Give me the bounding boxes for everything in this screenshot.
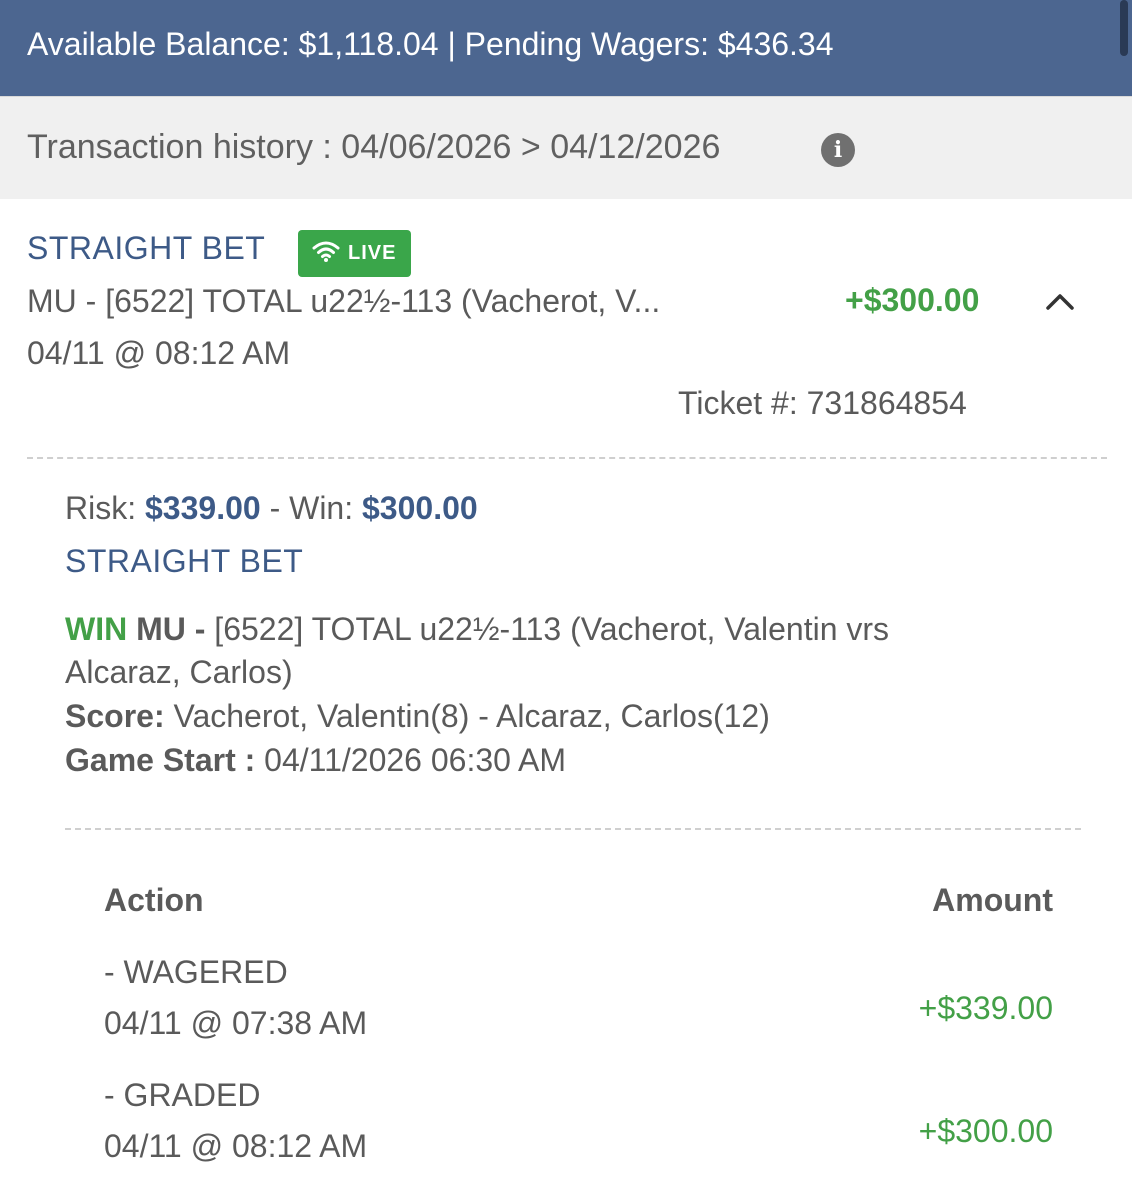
balance-bar: Available Balance: $1,118.04 | Pending W… — [0, 0, 1132, 96]
market-label: MU - — [136, 611, 206, 647]
transaction-history-range: Transaction history : 04/06/2026 > 04/12… — [27, 128, 721, 166]
divider — [27, 457, 1107, 459]
ticket-number: Ticket #: 731864854 — [678, 385, 967, 421]
selection-line: WIN MU - [6522] TOTAL u22½-113 (Vacherot… — [65, 611, 889, 648]
row-amount: +$339.00 — [918, 990, 1053, 1026]
win-separator: - Win: — [269, 490, 354, 526]
risk-value: $339.00 — [145, 490, 261, 526]
bet-type: STRAIGHT BET — [27, 230, 266, 266]
info-icon[interactable]: i — [821, 133, 855, 167]
chevron-up-icon[interactable] — [1043, 290, 1077, 312]
row-date: 04/11 @ 08:12 AM — [104, 1128, 368, 1164]
bet-description: MU - [6522] TOTAL u22½-113 (Vacherot, V.… — [27, 283, 661, 319]
live-badge: LIVE — [298, 230, 411, 277]
bet-date: 04/11 @ 08:12 AM — [27, 335, 291, 371]
detail-bet-type: STRAIGHT BET — [65, 543, 304, 579]
risk-win-line: Risk: $339.00 - Win: $300.00 — [65, 490, 478, 527]
game-start-label: Game Start : — [65, 742, 256, 778]
win-value: $300.00 — [362, 490, 478, 526]
score-label: Score: — [65, 698, 165, 734]
risk-label: Risk: — [65, 490, 137, 526]
live-label: LIVE — [348, 242, 397, 264]
action-column-header: Action — [104, 882, 204, 918]
score-line: Score: Vacherot, Valentin(8) - Alcaraz, … — [65, 698, 770, 735]
bet-amount: +$300.00 — [845, 282, 980, 318]
wifi-icon — [312, 241, 340, 262]
divider — [65, 828, 1081, 830]
balance-text: Available Balance: $1,118.04 | Pending W… — [27, 26, 834, 62]
row-amount: +$300.00 — [918, 1113, 1053, 1149]
row-action: - WAGERED — [104, 954, 288, 990]
amount-column-header: Amount — [932, 882, 1053, 918]
score-value: Vacherot, Valentin(8) - Alcaraz, Carlos(… — [173, 698, 770, 734]
game-start-line: Game Start : 04/11/2026 06:30 AM — [65, 742, 566, 779]
row-action: - GRADED — [104, 1077, 261, 1113]
scrollbar[interactable] — [1120, 0, 1128, 56]
selection-text-continued: Alcaraz, Carlos) — [65, 654, 293, 690]
result-label: WIN — [65, 611, 128, 647]
selection-text: [6522] TOTAL u22½-113 (Vacherot, Valenti… — [214, 611, 890, 647]
transaction-history-bar: Transaction history : 04/06/2026 > 04/12… — [0, 96, 1132, 199]
game-start-value: 04/11/2026 06:30 AM — [264, 742, 567, 778]
row-date: 04/11 @ 07:38 AM — [104, 1005, 368, 1041]
